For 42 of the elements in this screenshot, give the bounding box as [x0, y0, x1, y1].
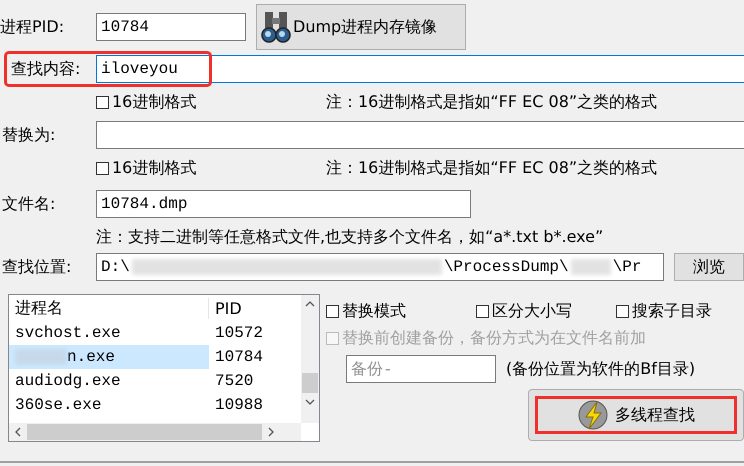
hint-text: 注：16进制格式是指如“FF EC 08”之类的格式 [326, 158, 658, 178]
checkbox[interactable] [326, 304, 339, 318]
scrollbar[interactable] [9, 423, 301, 441]
scrollbar-thumb[interactable] [302, 373, 318, 393]
hex-checkbox-label[interactable]: 16进制格式 [96, 92, 326, 112]
process-row[interactable]: 360se.exe 10988 [9, 393, 299, 417]
field-label: 替换为: [1, 124, 56, 146]
search-button[interactable]: 多线程查找 [528, 389, 744, 441]
scrollbar-thumb[interactable] [27, 424, 262, 440]
field-label: 进程PID: [0, 16, 66, 38]
replace-field[interactable] [96, 121, 744, 149]
option-checkbox-label[interactable]: 区分大小写 [476, 300, 616, 322]
chevron-right-icon[interactable] [268, 427, 274, 437]
hint-text: (备份位置为软件的Bf目录) [506, 358, 696, 380]
process-row[interactable]: svchost.exe 10572 [9, 321, 299, 345]
field-label: 查找位置: [1, 256, 72, 278]
hint-text: 注：16进制格式是指如“FF EC 08”之类的格式 [326, 92, 658, 112]
checkbox[interactable] [476, 304, 489, 318]
option-checkbox-label[interactable]: 替换模式 [326, 300, 476, 322]
browse-button[interactable]: 浏览 [674, 253, 744, 281]
field-label: 文件名: [1, 194, 56, 214]
filename-field[interactable]: 10784.dmp [96, 190, 471, 218]
checkbox[interactable] [616, 304, 629, 318]
chevron-down-icon[interactable] [305, 399, 315, 405]
field-label: 查找内容: [10, 58, 82, 80]
hex-checkbox-label[interactable]: 16进制格式 [96, 158, 326, 178]
scrollbar[interactable] [301, 295, 319, 423]
column-header[interactable]: PID [209, 298, 242, 318]
process-row[interactable]: audiodg.exe 7520 [9, 369, 299, 393]
search-field[interactable]: iloveyou [96, 55, 744, 83]
hint-text: 注：支持二进制等任意格式文件,也支持多个文件名，如“a*.txt b*.exe” [96, 226, 604, 248]
chevron-up-icon[interactable] [305, 301, 315, 307]
column-header[interactable]: 进程名 [9, 298, 209, 318]
path-field[interactable]: D:\ \ProcessDump\ \Pr [96, 253, 664, 281]
checkbox[interactable] [96, 162, 109, 174]
option-checkbox-label[interactable]: 搜索子目录 [616, 300, 712, 322]
checkbox[interactable] [96, 96, 109, 108]
pid-field[interactable]: 10784 [96, 13, 246, 41]
dump-button[interactable]: Dump进程内存镜像 [256, 4, 466, 50]
lightning-icon [577, 399, 609, 431]
chevron-left-icon[interactable] [15, 427, 21, 437]
binoculars-icon [261, 10, 291, 44]
